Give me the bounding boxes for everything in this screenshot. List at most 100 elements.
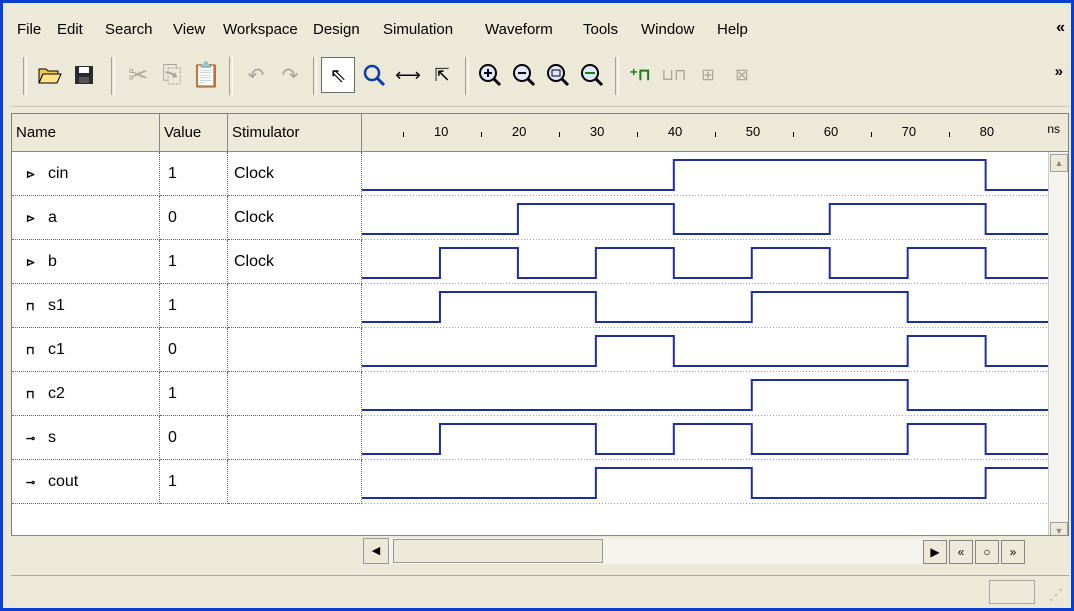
ruler-tick-label: 80 bbox=[979, 124, 995, 139]
header-name[interactable]: Name bbox=[12, 114, 160, 152]
menu-waveform[interactable]: Waveform bbox=[485, 21, 553, 38]
input-port-icon: ⊳ bbox=[26, 257, 36, 269]
waveform-s1[interactable] bbox=[362, 291, 1048, 323]
header-stimulator[interactable]: Stimulator bbox=[228, 114, 362, 152]
clock-stimulator-icon[interactable]: ⊠ bbox=[725, 57, 759, 93]
cursor-region-icon[interactable]: ⇱ bbox=[425, 57, 459, 93]
waveform-cin[interactable] bbox=[362, 159, 1048, 191]
input-port-icon: ⊳ bbox=[26, 169, 36, 181]
signal-name-cell[interactable]: ⊸ s bbox=[12, 416, 160, 460]
copy-icon[interactable]: ⎘ bbox=[155, 57, 189, 93]
ruler-minor-tick bbox=[402, 132, 404, 137]
ruler-tick-label: 10 bbox=[433, 124, 449, 139]
waveform-s[interactable] bbox=[362, 423, 1048, 455]
cut-icon[interactable]: ✂ bbox=[121, 57, 155, 93]
toolbar-separator bbox=[111, 57, 115, 95]
bus-icon[interactable]: ⊞ bbox=[691, 57, 725, 93]
ruler-tick-label: 20 bbox=[511, 124, 527, 139]
signal-stimulator[interactable] bbox=[228, 460, 362, 504]
menu-edit[interactable]: Edit bbox=[57, 21, 83, 38]
waveform-b[interactable] bbox=[362, 247, 1048, 279]
signal-stimulator[interactable]: Clock bbox=[228, 152, 362, 196]
paste-icon[interactable]: 📋 bbox=[189, 57, 223, 93]
horizontal-scrollbar[interactable]: ◀ bbox=[363, 538, 943, 564]
scroll-up-icon[interactable]: ▲ bbox=[1050, 154, 1068, 172]
signal-name-cell[interactable]: ⊳ b bbox=[12, 240, 160, 284]
zoom-fit-icon[interactable] bbox=[541, 57, 575, 93]
scroll-left-icon[interactable]: ◀ bbox=[363, 538, 389, 564]
ruler-tick-label: 50 bbox=[745, 124, 761, 139]
add-signal-icon[interactable]: ⁺⊓ bbox=[623, 57, 657, 93]
measure-icon[interactable]: ⟷ bbox=[391, 57, 425, 93]
menu-overflow-chevron-icon[interactable]: « bbox=[1056, 19, 1065, 37]
zoom-out-icon[interactable] bbox=[507, 57, 541, 93]
ruler-minor-tick bbox=[558, 132, 560, 137]
signal-name-cell[interactable]: ⊓ s1 bbox=[12, 284, 160, 328]
menu-tools[interactable]: Tools bbox=[583, 21, 618, 38]
scroll-right-icon[interactable]: ▶ bbox=[923, 540, 947, 564]
menu-window[interactable]: Window bbox=[641, 21, 694, 38]
horizontal-scroll-bar-area: ◀ ▶ « ○ » bbox=[11, 535, 1069, 567]
waveform-editor-window: File Edit Search View Workspace Design S… bbox=[0, 0, 1074, 611]
waveform-canvas[interactable] bbox=[362, 152, 1048, 542]
signal-stimulator[interactable] bbox=[228, 284, 362, 328]
menu-help[interactable]: Help bbox=[717, 21, 748, 38]
ruler-tick-label: 40 bbox=[667, 124, 683, 139]
undo-icon[interactable]: ↶ bbox=[239, 57, 273, 93]
waveform-cout[interactable] bbox=[362, 467, 1048, 499]
signal-name: s bbox=[48, 429, 56, 446]
signal-stimulator[interactable] bbox=[228, 372, 362, 416]
signal-stimulator[interactable] bbox=[228, 328, 362, 372]
zoom-icon[interactable] bbox=[357, 57, 391, 93]
redo-icon[interactable]: ↷ bbox=[273, 57, 307, 93]
signal-value: 1 bbox=[160, 152, 228, 196]
signal-name: c2 bbox=[48, 385, 65, 402]
signal-stimulator[interactable] bbox=[228, 416, 362, 460]
ruler-minor-tick bbox=[792, 132, 794, 137]
toolbar-overflow-chevron-icon[interactable]: » bbox=[1055, 63, 1063, 80]
waveform-c1[interactable] bbox=[362, 335, 1048, 367]
vertical-scrollbar[interactable]: ▲ ▼ bbox=[1048, 152, 1068, 542]
zoom-in-icon[interactable] bbox=[473, 57, 507, 93]
ruler-minor-tick bbox=[714, 132, 716, 137]
menu-file[interactable]: File bbox=[17, 21, 41, 38]
add-waveform-icon[interactable]: ⊔⊓ bbox=[657, 57, 691, 93]
rewind-icon[interactable]: « bbox=[949, 540, 973, 564]
waveform-a[interactable] bbox=[362, 203, 1048, 235]
menu-simulation[interactable]: Simulation bbox=[383, 21, 453, 38]
menu-design[interactable]: Design bbox=[313, 21, 360, 38]
signal-name-cell[interactable]: ⊳ cin bbox=[12, 152, 160, 196]
menu-workspace[interactable]: Workspace bbox=[223, 21, 298, 38]
fast-forward-icon[interactable]: » bbox=[1001, 540, 1025, 564]
resize-grip-icon[interactable]: ⋰ bbox=[1049, 586, 1063, 603]
signal-value: 1 bbox=[160, 240, 228, 284]
time-unit-label: ns bbox=[1047, 122, 1060, 136]
menu-search[interactable]: Search bbox=[105, 21, 153, 38]
signal-name-cell[interactable]: ⊓ c1 bbox=[12, 328, 160, 372]
signal-value: 0 bbox=[160, 328, 228, 372]
signal-stimulator[interactable]: Clock bbox=[228, 196, 362, 240]
signal-name: s1 bbox=[48, 297, 65, 314]
signal-value: 1 bbox=[160, 372, 228, 416]
signal-name: b bbox=[48, 253, 57, 270]
toolbar-separator bbox=[615, 57, 619, 95]
signal-name-cell[interactable]: ⊓ c2 bbox=[12, 372, 160, 416]
signal-stimulator[interactable]: Clock bbox=[228, 240, 362, 284]
signal-name-cell[interactable]: ⊸ cout bbox=[12, 460, 160, 504]
open-folder-icon[interactable] bbox=[33, 57, 67, 93]
signal-name-cell[interactable]: ⊳ a bbox=[12, 196, 160, 240]
waveform-c2[interactable] bbox=[362, 379, 1048, 411]
ruler-minor-tick bbox=[948, 132, 950, 137]
internal-port-icon: ⊓ bbox=[26, 301, 35, 313]
menu-view[interactable]: View bbox=[173, 21, 205, 38]
time-ruler[interactable]: 10 20 30 40 50 60 70 80 bbox=[364, 114, 1068, 152]
scroll-thumb[interactable] bbox=[393, 539, 603, 563]
save-icon[interactable] bbox=[67, 57, 101, 93]
signal-value: 0 bbox=[160, 196, 228, 240]
ruler-tick-label: 70 bbox=[901, 124, 917, 139]
header-value[interactable]: Value bbox=[160, 114, 228, 152]
zoom-range-icon[interactable] bbox=[575, 57, 609, 93]
select-pointer-icon[interactable]: ⇖ bbox=[321, 57, 355, 93]
center-cursor-icon[interactable]: ○ bbox=[975, 540, 999, 564]
signal-value: 1 bbox=[160, 284, 228, 328]
